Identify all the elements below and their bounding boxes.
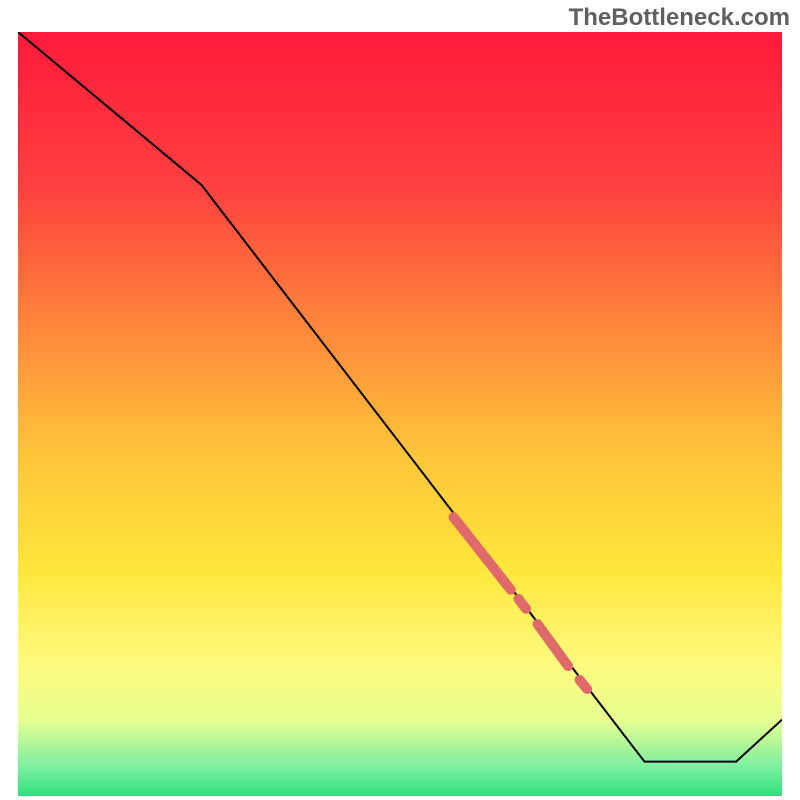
highlight-segment <box>518 599 526 609</box>
highlight-segment <box>453 517 510 590</box>
chart-plot-area <box>18 32 782 796</box>
highlight-segment <box>538 624 569 666</box>
chart-highlight-layer <box>18 32 782 796</box>
watermark-text: TheBottleneck.com <box>569 4 790 32</box>
highlight-segment <box>580 680 588 689</box>
